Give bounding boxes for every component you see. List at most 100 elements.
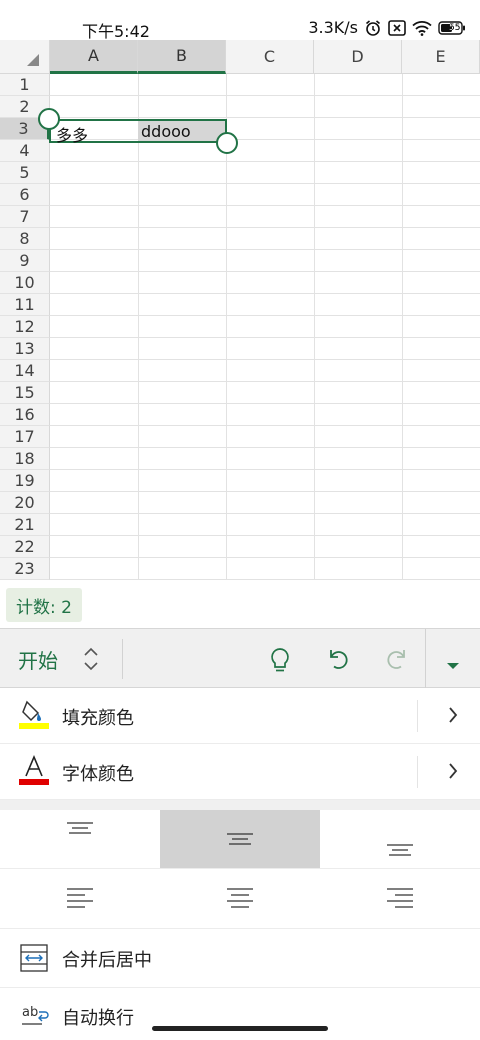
row-gridline — [50, 337, 480, 338]
column-gridline — [314, 74, 315, 580]
lightbulb-icon[interactable] — [267, 646, 293, 678]
row-gridline — [50, 425, 480, 426]
font-color-label: 字体颜色 — [62, 764, 134, 785]
column-header-c[interactable]: C — [226, 40, 314, 74]
wifi-icon — [412, 20, 432, 36]
redo-icon[interactable] — [384, 646, 410, 676]
row-gridline — [50, 161, 480, 162]
row-gridline — [50, 403, 480, 404]
row-gridline — [50, 315, 480, 316]
row-header-8[interactable]: 8 — [0, 228, 50, 250]
row-header-5[interactable]: 5 — [0, 162, 50, 184]
row-header-22[interactable]: 22 — [0, 536, 50, 558]
format-panel: 填充颜色 字体颜色 合并后居中 ab 自动换行 — [0, 688, 480, 1040]
alarm-icon — [364, 19, 382, 37]
row-header-9[interactable]: 9 — [0, 250, 50, 272]
merge-cells-icon — [20, 944, 48, 976]
chevron-right-icon[interactable] — [448, 762, 458, 784]
select-all-corner[interactable] — [0, 40, 50, 74]
row-header-1[interactable]: 1 — [0, 74, 50, 96]
row-gridline — [50, 359, 480, 360]
row-header-15[interactable]: 15 — [0, 382, 50, 404]
row-gridline — [50, 95, 480, 96]
merge-center-label: 合并后居中 — [62, 950, 152, 971]
align-bottom-button[interactable] — [320, 810, 480, 868]
row-gridline — [50, 271, 480, 272]
dropdown-caret-icon[interactable] — [446, 655, 460, 674]
row-gridline — [50, 535, 480, 536]
chevron-right-icon[interactable] — [448, 706, 458, 728]
align-center-button[interactable] — [160, 870, 320, 928]
section-gap — [0, 800, 480, 810]
svg-text:ab: ab — [22, 1005, 38, 1020]
row-header-11[interactable]: 11 — [0, 294, 50, 316]
row-header-16[interactable]: 16 — [0, 404, 50, 426]
row-divider — [0, 928, 480, 929]
battery-icon: 55 — [438, 20, 466, 35]
row-divider — [0, 868, 480, 869]
row-header-10[interactable]: 10 — [0, 272, 50, 294]
row-header-7[interactable]: 7 — [0, 206, 50, 228]
wrap-text-label: 自动换行 — [62, 1008, 134, 1029]
ribbon-tab-home[interactable]: 开始 — [18, 645, 58, 674]
undo-icon[interactable] — [325, 646, 351, 676]
row-gridline — [50, 205, 480, 206]
toolbar-divider-right — [425, 629, 426, 689]
column-gridline — [138, 74, 139, 580]
font-color-swatch — [19, 779, 49, 785]
row-header-18[interactable]: 18 — [0, 448, 50, 470]
merge-center-row[interactable]: 合并后居中 — [0, 930, 480, 988]
row-header-17[interactable]: 17 — [0, 426, 50, 448]
fill-color-swatch — [19, 723, 49, 729]
row-gridline — [50, 469, 480, 470]
battery-level: 55 — [449, 22, 461, 33]
column-header-e[interactable]: E — [402, 40, 480, 74]
selection-end-handle[interactable] — [216, 132, 238, 154]
cell-b3[interactable]: ddooo — [141, 122, 191, 141]
font-color-row[interactable]: 字体颜色 — [0, 744, 480, 800]
spreadsheet-grid[interactable]: ABCDE 1 2 3 4 5 6 7 8 9 10 11 12 13 14 15 16 17 18 19 20 21 2… — [0, 40, 480, 580]
cell-a3[interactable]: 多多 — [56, 122, 88, 146]
row-header-14[interactable]: 14 — [0, 360, 50, 382]
selection-start-handle[interactable] — [38, 108, 60, 130]
row-header-21[interactable]: 21 — [0, 514, 50, 536]
align-top-button[interactable] — [0, 810, 160, 868]
row-gridline — [50, 513, 480, 514]
row-header-23[interactable]: 23 — [0, 558, 50, 580]
row-gridline — [50, 249, 480, 250]
fill-bucket-icon — [18, 698, 50, 734]
fill-color-row[interactable]: 填充颜色 — [0, 688, 480, 744]
row-divider — [417, 700, 418, 732]
count-badge: 计数: 2 — [6, 588, 82, 622]
gesture-home-bar[interactable] — [152, 1026, 328, 1031]
column-gridline — [402, 74, 403, 580]
column-header-a[interactable]: A — [50, 40, 138, 74]
network-speed: 3.3K/s — [308, 18, 358, 37]
column-header-d[interactable]: D — [314, 40, 402, 74]
wrap-text-icon: ab — [20, 1002, 50, 1036]
align-right-button[interactable] — [320, 870, 480, 928]
row-gridline — [50, 293, 480, 294]
status-time: 下午5:42 — [82, 22, 150, 41]
row-gridline — [50, 381, 480, 382]
font-color-icon — [18, 754, 50, 790]
row-header-4[interactable]: 4 — [0, 140, 50, 162]
status-summary-area: 计数: 2 — [0, 580, 480, 628]
chevron-updown-icon[interactable] — [82, 645, 100, 677]
status-bar: 下午5:42 3.3K/s 55 — [0, 0, 480, 41]
sim-disabled-icon — [388, 19, 406, 36]
align-middle-button[interactable] — [160, 810, 320, 868]
row-gridline — [50, 117, 480, 118]
row-header-20[interactable]: 20 — [0, 492, 50, 514]
wrap-text-row[interactable]: ab 自动换行 — [0, 988, 480, 1040]
row-header-13[interactable]: 13 — [0, 338, 50, 360]
column-header-b[interactable]: B — [138, 40, 226, 74]
row-header-12[interactable]: 12 — [0, 316, 50, 338]
row-gridline — [50, 447, 480, 448]
status-icons: 3.3K/s 55 — [308, 18, 466, 37]
row-header-6[interactable]: 6 — [0, 184, 50, 206]
ribbon-toolbar: 开始 — [0, 628, 480, 689]
row-gridline — [50, 227, 480, 228]
row-header-19[interactable]: 19 — [0, 470, 50, 492]
align-left-button[interactable] — [0, 870, 160, 928]
